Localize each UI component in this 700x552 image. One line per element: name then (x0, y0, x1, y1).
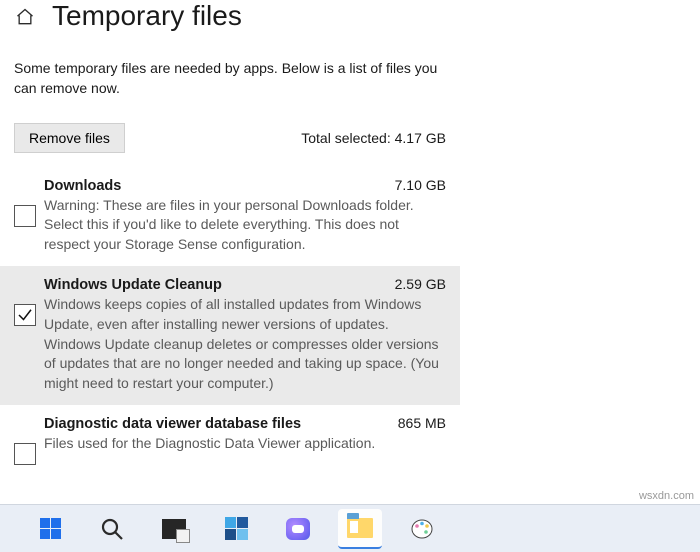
file-explorer-button[interactable] (338, 509, 382, 549)
list-item-desc: Files used for the Diagnostic Data Viewe… (44, 434, 446, 454)
total-selected-label: Total selected: 4.17 GB (301, 130, 446, 146)
checkbox[interactable] (14, 443, 36, 465)
list-item-body: Diagnostic data viewer database files 86… (44, 415, 446, 465)
file-type-list: Downloads 7.10 GB Warning: These are fil… (0, 167, 700, 478)
folder-icon (347, 518, 373, 538)
remove-files-button[interactable]: Remove files (14, 123, 125, 153)
home-icon[interactable] (14, 6, 36, 28)
windows-logo-icon (40, 518, 61, 539)
chat-icon (286, 518, 310, 540)
list-item-title: Downloads (44, 178, 121, 194)
list-item-head: Downloads 7.10 GB (44, 177, 446, 194)
list-item[interactable]: Diagnostic data viewer database files 86… (0, 405, 460, 477)
search-button[interactable] (90, 509, 134, 549)
page-title: Temporary files (52, 0, 242, 32)
paint-icon (409, 517, 435, 541)
page-header: Temporary files (0, 0, 700, 40)
list-item-title: Diagnostic data viewer database files (44, 416, 301, 432)
list-item[interactable]: Downloads 7.10 GB Warning: These are fil… (0, 167, 460, 267)
list-item-head: Windows Update Cleanup 2.59 GB (44, 276, 446, 293)
paint-button[interactable] (400, 509, 444, 549)
checkbox[interactable] (14, 304, 36, 326)
list-item-head: Diagnostic data viewer database files 86… (44, 415, 446, 432)
action-row: Remove files Total selected: 4.17 GB (0, 99, 460, 153)
widgets-icon (225, 517, 248, 540)
checkbox[interactable] (14, 205, 36, 227)
intro-text: Some temporary files are needed by apps.… (0, 40, 460, 99)
list-item-size: 7.10 GB (395, 177, 446, 193)
watermark: wsxdn.com (639, 490, 694, 502)
list-item-desc: Windows keeps copies of all installed up… (44, 295, 446, 393)
task-view-icon (162, 519, 186, 539)
list-item-title: Windows Update Cleanup (44, 277, 222, 293)
list-item-size: 2.59 GB (395, 276, 446, 292)
chat-button[interactable] (276, 509, 320, 549)
start-button[interactable] (28, 509, 72, 549)
list-item-body: Windows Update Cleanup 2.59 GB Windows k… (44, 276, 446, 393)
widgets-button[interactable] (214, 509, 258, 549)
list-item-size: 865 MB (398, 415, 446, 431)
task-view-button[interactable] (152, 509, 196, 549)
taskbar (0, 504, 700, 552)
list-item-body: Downloads 7.10 GB Warning: These are fil… (44, 177, 446, 255)
list-item[interactable]: Windows Update Cleanup 2.59 GB Windows k… (0, 266, 460, 405)
list-item-desc: Warning: These are files in your persona… (44, 196, 446, 255)
